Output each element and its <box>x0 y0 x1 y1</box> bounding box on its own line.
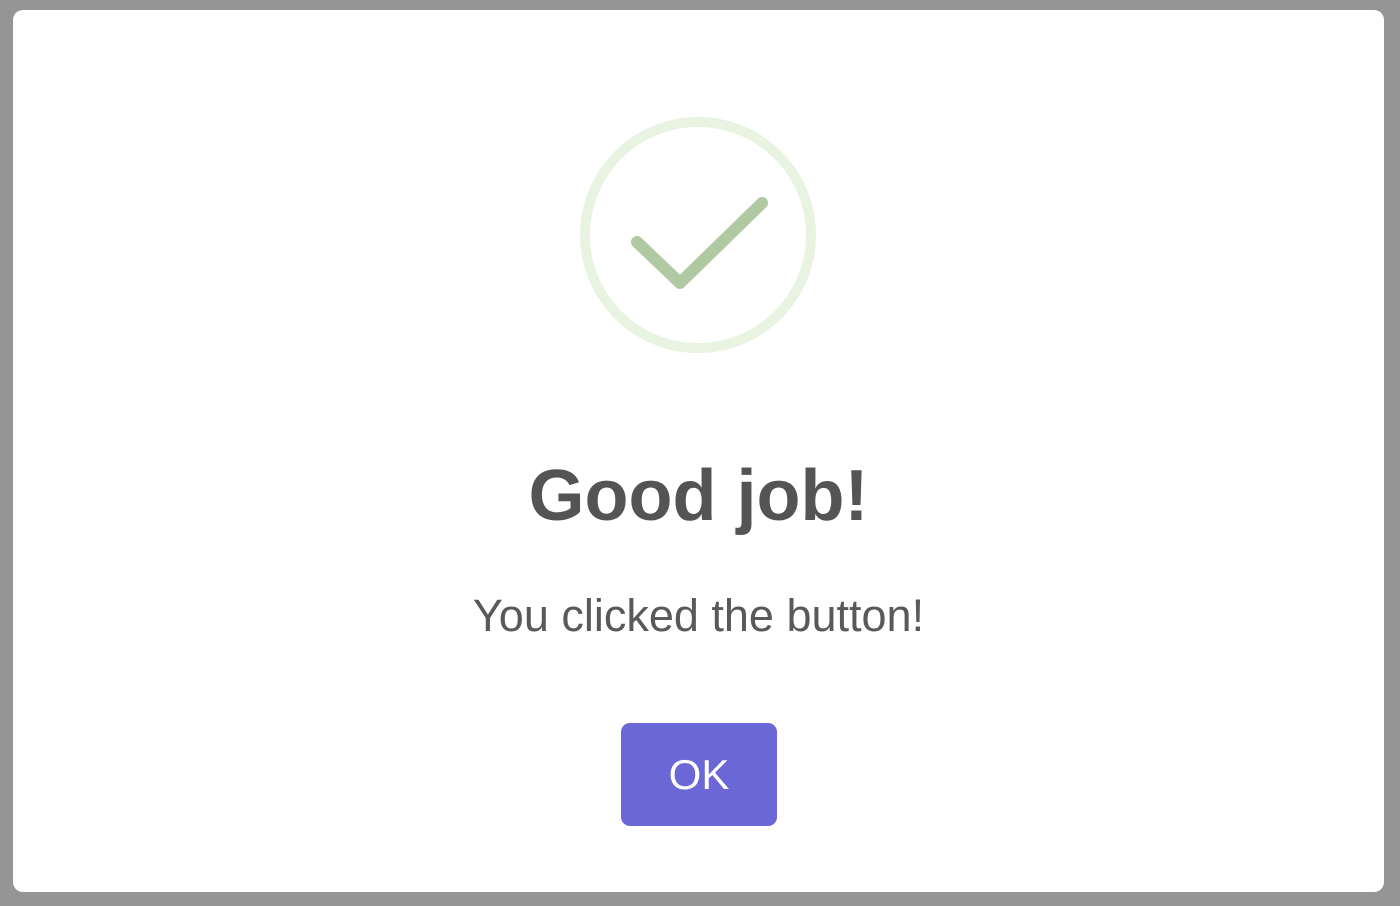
success-dialog: Good job! You clicked the button! OK <box>13 10 1384 892</box>
dialog-message: You clicked the button! <box>472 590 925 641</box>
modal-backdrop[interactable]: Good job! You clicked the button! OK <box>0 0 1400 906</box>
ok-button[interactable]: OK <box>621 723 777 826</box>
checkmark-icon <box>631 197 768 289</box>
success-icon-ring <box>580 117 816 353</box>
dialog-title: Good job! <box>528 456 869 536</box>
success-check-icon <box>580 117 816 353</box>
